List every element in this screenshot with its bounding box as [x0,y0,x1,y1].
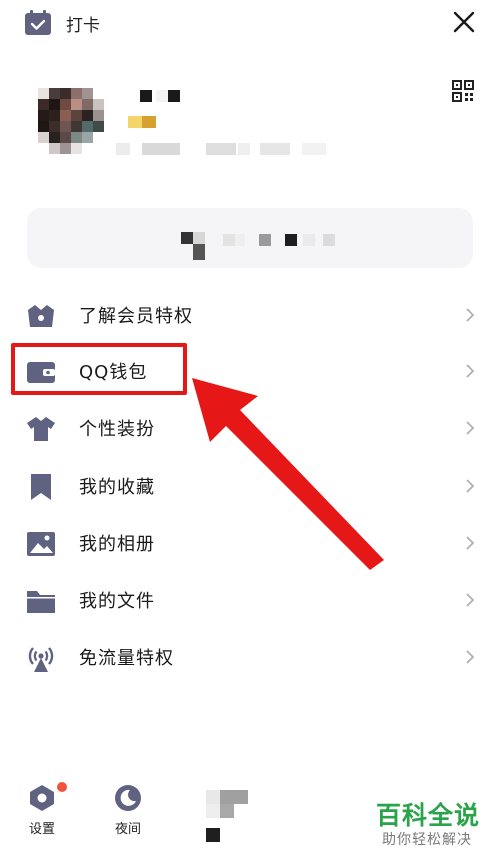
moon-icon [115,785,141,811]
chevron-right-icon [466,364,475,378]
watermark-title: 百科全说 [376,801,481,830]
night-mode-label: 夜间 [114,822,141,837]
redacted-button[interactable] [204,790,250,846]
qr-code-button[interactable] [452,80,474,102]
chevron-right-icon [466,421,475,435]
close-button[interactable] [450,8,478,36]
menu-label-files: 我的文件 [79,591,155,612]
menu-label-data-free: 免流量特权 [79,648,174,669]
watermark-subtitle: 助你轻松解决 [382,832,472,848]
notification-dot [57,782,67,792]
highlight-box [11,343,187,395]
menu-label-vip: 了解会员特权 [79,306,193,327]
menu-label-album: 我的相册 [79,534,155,555]
crown-icon [28,305,54,327]
tshirt-icon [27,417,55,441]
qr-code-icon [452,80,474,102]
menu-label-theme: 个性装扮 [79,419,155,440]
menu-item-data-free[interactable]: 免流量特权 [0,632,500,682]
checkin-button[interactable]: 打卡 [24,10,100,36]
settings-label: 设置 [28,822,55,837]
menu-label-favorites: 我的收藏 [79,477,155,498]
chevron-right-icon [466,308,475,322]
avatar[interactable] [38,88,104,154]
photo-icon [27,532,55,556]
close-icon [453,11,475,33]
checkin-label: 打卡 [66,15,100,36]
folder-icon [27,591,55,613]
chevron-right-icon [466,536,475,550]
annotation-arrow [192,378,384,570]
menu-item-files[interactable]: 我的文件 [0,575,500,625]
menu-item-vip[interactable]: 了解会员特权 [0,290,500,340]
night-mode-button[interactable]: 夜间 [106,784,150,837]
settings-icon [30,785,54,811]
chevron-right-icon [466,593,475,607]
settings-button[interactable]: 设置 [20,784,64,837]
antenna-icon [28,647,54,672]
chevron-right-icon [466,479,475,493]
status-banner[interactable] [27,208,473,268]
signature-redacted [116,142,346,156]
chevron-right-icon [466,650,475,664]
calendar-check-icon [25,10,51,35]
bookmark-icon [31,474,51,500]
nickname-redacted [128,88,188,132]
